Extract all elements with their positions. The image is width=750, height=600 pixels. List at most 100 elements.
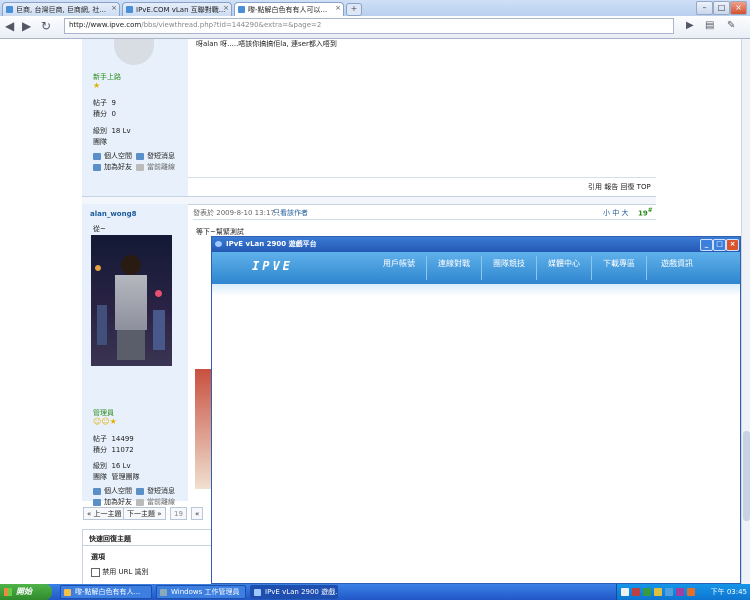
close-window-button[interactable]: × — [730, 1, 747, 15]
clock: 下午 03:45 — [710, 588, 747, 596]
go-icon[interactable]: ▶ — [686, 19, 694, 33]
wrench-icon[interactable]: ✎ — [727, 19, 735, 33]
add-friend-link[interactable]: 加為好友 — [93, 162, 132, 172]
scrollbar-thumb[interactable] — [743, 431, 750, 521]
browser-tab[interactable]: 巨商, 台灣巨商, 巨商網, 社... × — [2, 2, 120, 16]
only-author-link[interactable]: 只看該作者 — [273, 208, 308, 218]
forward-icon[interactable]: ▶ — [22, 19, 31, 33]
menu-media-center[interactable]: 媒體中心 — [537, 252, 591, 284]
post-actions[interactable]: 引用 報告 回復 TOP — [588, 182, 651, 192]
post-message: 呀alan 呀.....唔該你搞搞佢la, 連ser都入唔到 — [196, 40, 337, 48]
volume-icon[interactable] — [654, 588, 662, 596]
tray-app-icon[interactable] — [632, 588, 640, 596]
firework — [95, 265, 101, 271]
taskbar-item[interactable]: Windows 工作管理員 — [156, 585, 246, 599]
online-status: 當前離線 — [136, 497, 175, 507]
level-row: 級別 16 Lv — [93, 462, 131, 470]
close-tab-icon[interactable]: × — [223, 4, 229, 12]
checkbox[interactable] — [91, 567, 100, 577]
menu-online-battle[interactable]: 連線對戰 — [427, 252, 481, 284]
close-tab-icon[interactable]: × — [335, 4, 341, 12]
first-page-button[interactable]: « — [191, 507, 204, 520]
windows-logo-icon — [4, 588, 12, 596]
divider — [83, 545, 213, 546]
mail-icon — [136, 152, 144, 160]
page-scrollbar[interactable] — [741, 39, 750, 584]
post-date: 發表於 2009-8-10 13:17 — [193, 209, 275, 217]
send-pm-link[interactable]: 發短消息 — [136, 151, 175, 161]
app-nav-bar: IPVE 用戶帳號 連線對戰 團隊競技 媒體中心 下載專區 遊戲資訊 — [212, 252, 740, 284]
tray-app-icon[interactable] — [687, 588, 695, 596]
windows-taskbar: 開始 嚟-點解白色有有人... Windows 工作管理員 IPvE vLan … — [0, 584, 750, 600]
menu-user-account[interactable]: 用戶帳號 — [372, 252, 426, 284]
stat-row: 帖子 9 — [93, 99, 116, 107]
tray-app-icon[interactable] — [665, 588, 673, 596]
taskbar-item[interactable]: 嚟-點解白色有有人... — [60, 585, 152, 599]
start-button[interactable]: 開始 — [0, 584, 52, 600]
minimize-window-button[interactable]: – — [696, 1, 713, 15]
start-label: 開始 — [16, 587, 32, 596]
favicon-icon — [238, 6, 245, 13]
add-friend-link[interactable]: 加為好友 — [93, 497, 132, 507]
avatar — [91, 235, 172, 366]
url-path: /bbs/viewthread.php?tid=144290&extra=&pa… — [141, 21, 322, 29]
send-pm-link[interactable]: 發短消息 — [136, 486, 175, 496]
quick-reply-title: 快速回復主題 — [89, 535, 131, 543]
app-maximize-button[interactable]: □ — [713, 239, 726, 251]
home-icon — [93, 487, 101, 495]
font-size-links[interactable]: 小 中 大 — [603, 208, 628, 218]
user-add-icon — [93, 163, 101, 171]
taskbar-item-active[interactable]: IPvE vLan 2900 遊戲... — [250, 585, 338, 599]
new-tab-button[interactable]: + — [346, 3, 362, 16]
skyline — [97, 305, 107, 345]
page-menu-icon[interactable]: ▤ — [705, 19, 714, 33]
tab-title: 嚟-點解白色有有人可以... — [248, 6, 328, 14]
floor-number: 19# — [638, 208, 653, 218]
address-bar[interactable]: http://www.ipve.com/bbs/viewthread.php?t… — [64, 18, 674, 34]
personal-space-link[interactable]: 個人空間 — [93, 151, 132, 161]
url-host: http://www.ipve.com — [69, 21, 142, 29]
close-tab-icon[interactable]: × — [111, 4, 117, 12]
app-title: IPvE vLan 2900 遊戲平台 — [226, 240, 317, 248]
app-close-button[interactable]: × — [726, 239, 739, 251]
back-icon[interactable]: ◀ — [5, 19, 14, 33]
options-label: 選項 — [91, 553, 105, 561]
rank-star-icon: ★ — [93, 81, 101, 90]
username[interactable]: alan_wong8 — [90, 210, 136, 218]
tray-app-icon[interactable] — [676, 588, 684, 596]
browser-tab[interactable]: IPvE.COM vLan 互聯對戰... × — [122, 2, 232, 16]
page-number[interactable]: 19 — [170, 507, 187, 520]
skyline — [153, 310, 165, 350]
nav-glow — [212, 284, 740, 296]
app-title-bar[interactable]: IPvE vLan 2900 遊戲平台 _ □ × — [212, 237, 740, 252]
firework — [155, 290, 162, 297]
browser-toolbar: ◀ ▶ ↻ http://www.ipve.com/bbs/viewthread… — [0, 16, 750, 39]
language-icon[interactable] — [621, 588, 629, 596]
tab-title: IPvE.COM vLan 互聯對戰... — [136, 6, 226, 14]
group-label: 團隊 — [93, 138, 107, 146]
level-row: 級別 18 Lv — [93, 127, 131, 135]
ipve-logo: IPVE — [252, 259, 293, 273]
browser-tab-active[interactable]: 嚟-點解白色有有人可以... × — [234, 2, 344, 16]
maximize-window-button[interactable]: □ — [713, 1, 730, 15]
prev-thread-button[interactable]: « 上一主題 — [83, 507, 126, 520]
menu-download[interactable]: 下載專區 — [592, 252, 646, 284]
stat-row: 帖子 14499 — [93, 435, 134, 443]
tab-title: 巨商, 台灣巨商, 巨商網, 社... — [16, 6, 107, 14]
system-tray: 下午 03:45 — [616, 584, 750, 600]
app-minimize-button[interactable]: _ — [700, 239, 713, 251]
group-row: 團隊 管理團隊 — [93, 473, 140, 481]
menu-game-info[interactable]: 遊戲資訊 — [647, 252, 707, 284]
avatar — [114, 39, 154, 65]
menu-team-competition[interactable]: 團隊競技 — [482, 252, 536, 284]
next-thread-button[interactable]: 下一主題 » — [123, 507, 166, 520]
reload-icon[interactable]: ↻ — [41, 19, 51, 33]
stat-row: 積分 0 — [93, 110, 116, 118]
offline-icon — [136, 163, 144, 171]
network-icon[interactable] — [643, 588, 651, 596]
personal-space-link[interactable]: 個人空間 — [93, 486, 132, 496]
tab-strip: 巨商, 台灣巨商, 巨商網, 社... × IPvE.COM vLan 互聯對戰… — [0, 0, 750, 16]
disable-url-option[interactable]: 禁用 URL 識別 — [91, 567, 149, 577]
quick-reply-panel: 快速回復主題 選項 禁用 URL 識別 — [82, 529, 214, 584]
post-image — [195, 369, 211, 489]
